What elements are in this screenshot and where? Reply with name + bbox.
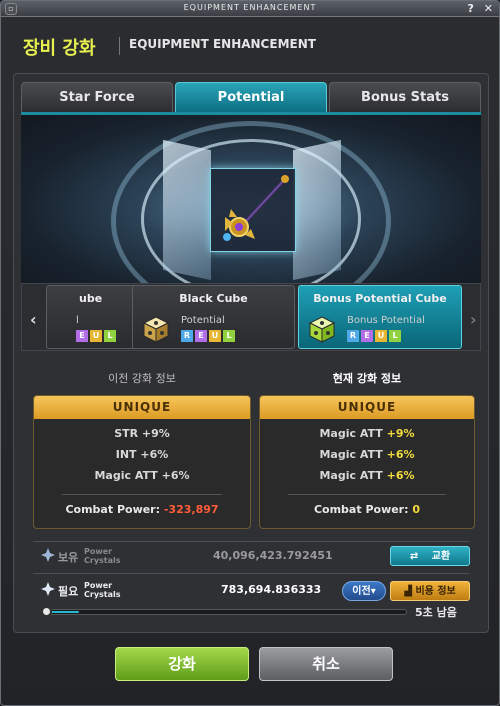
chart-icon: ▟: [404, 586, 412, 597]
stat-line: INT +6%: [115, 448, 169, 461]
grade-badge-epic: E: [195, 330, 207, 342]
cube-card-black[interactable]: Black Cube Potential R E U L: [132, 285, 295, 349]
stat-name: Magic ATT: [319, 469, 383, 482]
tab-bonus-stats[interactable]: Bonus Stats: [329, 82, 481, 113]
page-title-korean: 장비 강화: [23, 38, 96, 59]
grade-badge-unique: U: [90, 330, 102, 342]
stat-line: STR +9%: [114, 427, 170, 440]
cube-type: l: [76, 315, 79, 326]
after-info-heading: 현재 강화 정보: [332, 372, 402, 385]
required-sub-label-line1: Power: [84, 581, 113, 590]
cube-face-right: [293, 139, 341, 281]
enhancement-tabs: Star Force Potential Bonus Stats: [21, 82, 481, 113]
cube-prev-arrow[interactable]: ‹: [30, 310, 37, 329]
combat-power-value: -323,897: [163, 503, 219, 516]
combat-power: Combat Power: -323,897: [34, 503, 250, 516]
cube-face-left: [163, 139, 211, 281]
box-divider: [62, 494, 222, 495]
box-divider: [288, 494, 446, 495]
cube-selector: ‹ ube l E U L Black Cube Potential R E U…: [21, 283, 481, 351]
previous-cost-button[interactable]: 이전▾: [342, 581, 386, 601]
stat-value: +9%: [386, 427, 415, 440]
after-info-box: UNIQUE Magic ATT +9% Magic ATT +6% Magic…: [259, 395, 475, 529]
grade-badges: R E U L: [347, 330, 401, 342]
owned-sub-label-line2: Crystals: [84, 556, 121, 565]
enhancement-window: ▫ EQUIPMENT ENHANCEMENT ? ✕ 장비 강화 EQUIPM…: [0, 0, 500, 706]
title-bar[interactable]: ▫ EQUIPMENT ENHANCEMENT ? ✕: [1, 1, 499, 17]
timer-progress-track: [41, 609, 407, 615]
grade-badge-legendary: L: [223, 330, 235, 342]
grade-badge-legendary: L: [104, 330, 116, 342]
grade-badge-legendary: L: [389, 330, 401, 342]
cube-name: Black Cube: [179, 292, 248, 305]
stat-name: Magic ATT: [319, 448, 383, 461]
cube-next-arrow[interactable]: ›: [470, 310, 477, 329]
crystal-icon: [41, 582, 55, 596]
cube-type: Potential: [181, 315, 225, 326]
combat-power: Combat Power: 0: [260, 503, 474, 516]
grade-badges: E U L: [76, 330, 116, 342]
grade-badges: R E U L: [181, 330, 235, 342]
owned-sub-label: Power Crystals: [84, 547, 121, 565]
cube-type: Bonus Potential: [347, 315, 425, 326]
combat-power-label: Combat Power:: [313, 503, 409, 516]
crystal-icon: [41, 548, 55, 562]
row-divider: [33, 541, 469, 542]
stat-name: Magic ATT: [319, 427, 383, 440]
required-label: 필요: [58, 585, 79, 598]
previous-cost-label: 이전: [352, 586, 371, 597]
before-info-box: UNIQUE STR +9% INT +6% Magic ATT +6% Com…: [33, 395, 251, 529]
owned-value: 40,096,423.792451: [213, 549, 333, 562]
combat-power-label: Combat Power:: [65, 503, 161, 516]
grade-badge-rare: R: [347, 330, 359, 342]
black-cube-icon: [142, 316, 170, 343]
row-divider: [33, 573, 469, 574]
help-icon[interactable]: ?: [468, 2, 474, 15]
stat-line: Magic ATT +6%: [260, 469, 474, 482]
page-title-english: EQUIPMENT ENHANCEMENT: [129, 37, 316, 51]
grade-badge-rare: R: [181, 330, 193, 342]
grade-badge-unique: U: [209, 330, 221, 342]
equipment-slot[interactable]: [210, 168, 296, 252]
cube-card-bonus-potential[interactable]: Bonus Potential Cube Bonus Potential R E…: [298, 285, 462, 349]
grade-badge-epic: E: [76, 330, 88, 342]
stat-line: Magic ATT +9%: [260, 427, 474, 440]
exchange-button[interactable]: ⇄ 교환: [390, 546, 470, 566]
required-value: 783,694.836333: [221, 583, 322, 596]
staff-item-icon: [223, 175, 289, 241]
cost-info-label: 비용 정보: [415, 586, 456, 597]
combat-power-value: 0: [412, 503, 421, 516]
tab-star-force[interactable]: Star Force: [21, 82, 173, 113]
enhance-button[interactable]: 강화: [115, 647, 249, 681]
required-sub-label: Power Crystals: [84, 581, 121, 599]
cost-info-button[interactable]: ▟ 비용 정보: [390, 581, 470, 601]
tab-potential[interactable]: Potential: [175, 82, 327, 113]
timer-knob: [41, 606, 52, 617]
cube-name: Bonus Potential Cube: [313, 292, 447, 305]
cancel-button[interactable]: 취소: [259, 647, 393, 681]
window-title: EQUIPMENT ENHANCEMENT: [183, 3, 317, 12]
before-info-heading: 이전 강화 정보: [108, 372, 176, 385]
close-icon[interactable]: ✕: [484, 2, 493, 15]
grade-badge-epic: E: [361, 330, 373, 342]
required-sub-label-line2: Crystals: [84, 590, 121, 599]
stat-value: +6%: [386, 448, 415, 461]
owned-sub-label-line1: Power: [84, 547, 113, 556]
stat-line: Magic ATT +6%: [94, 469, 190, 482]
enhancement-stage: [21, 115, 481, 283]
exchange-button-label: 교환: [431, 551, 451, 562]
window-controls-right: ? ✕: [462, 2, 493, 15]
owned-label: 보유: [58, 551, 79, 564]
grade-badge-unique: U: [375, 330, 387, 342]
page-header: 장비 강화 EQUIPMENT ENHANCEMENT: [9, 25, 493, 67]
exchange-icon: ⇄: [409, 551, 419, 562]
grade-banner: UNIQUE: [260, 396, 474, 419]
chevron-down-icon: ▾: [370, 586, 376, 597]
grade-banner: UNIQUE: [34, 396, 250, 419]
stat-value: +6%: [386, 469, 415, 482]
header-divider: [119, 37, 120, 55]
stat-line: Magic ATT +6%: [260, 448, 474, 461]
timer-remaining: 5초 남음: [415, 606, 457, 619]
bonus-potential-cube-icon: [308, 316, 336, 343]
